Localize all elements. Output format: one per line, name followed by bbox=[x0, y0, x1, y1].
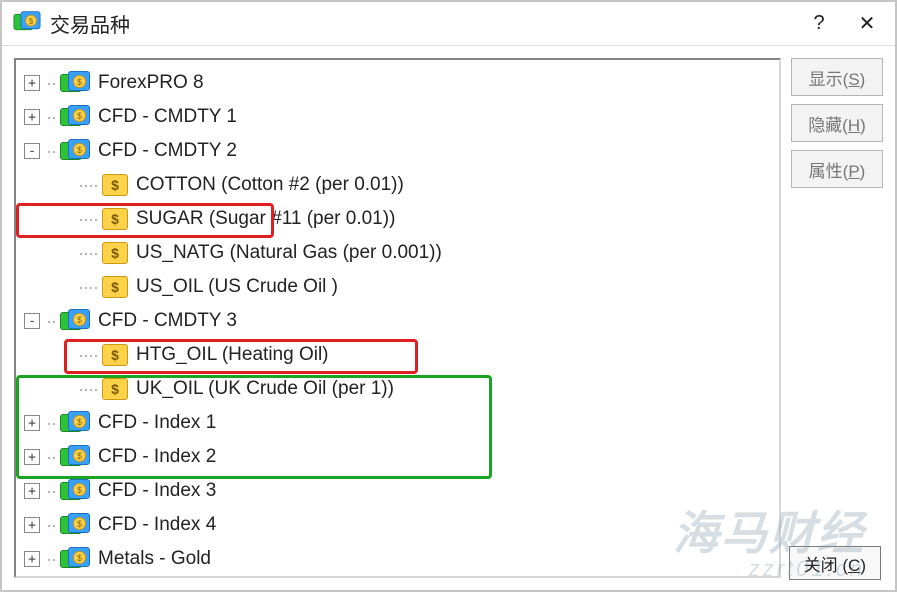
tree-group-label: CFD - CMDTY 2 bbox=[98, 140, 237, 162]
symbol-icon: $ bbox=[102, 276, 128, 298]
folder-icon: $ bbox=[60, 139, 90, 163]
symbol-icon: $ bbox=[102, 208, 128, 230]
tree-dots: ···· bbox=[78, 345, 98, 366]
tree-item-sugar[interactable]: ····$ SUGAR (Sugar #11 (per 0.01)) bbox=[24, 202, 779, 236]
symbol-tree[interactable]: +··$ForexPRO 8+··$CFD - CMDTY 1-··$CFD -… bbox=[16, 60, 779, 576]
tree-item-htgoil[interactable]: ····$ HTG_OIL (Heating Oil) bbox=[24, 338, 779, 372]
tree-item-label: US_NATG (Natural Gas (per 0.001)) bbox=[136, 242, 442, 264]
tree-item-label: US_OIL (US Crude Oil ) bbox=[136, 276, 338, 298]
tree-group-label: CFD - Index 1 bbox=[98, 412, 216, 434]
folder-icon: $ bbox=[60, 479, 90, 503]
tree-dots: ···· bbox=[78, 209, 98, 230]
app-icon: $ bbox=[12, 10, 40, 38]
tree-group-forexpro8[interactable]: + ··$ ForexPRO 8 bbox=[24, 66, 779, 100]
tree-dots: ·· bbox=[46, 549, 56, 570]
properties-button[interactable]: 属性(P) bbox=[791, 150, 883, 188]
folder-icon: $ bbox=[60, 513, 90, 537]
tree-group-idx3[interactable]: + ··$ CFD - Index 3 bbox=[24, 474, 779, 508]
tree-dots: ·· bbox=[46, 447, 56, 468]
tree-dots: ·· bbox=[46, 107, 56, 128]
expand-icon[interactable]: + bbox=[24, 551, 40, 567]
tree-item-label: SUGAR (Sugar #11 (per 0.01)) bbox=[136, 208, 395, 230]
tree-group-label: CFD - Index 3 bbox=[98, 480, 216, 502]
tree-group-metgold[interactable]: + ··$ Metals - Gold bbox=[24, 542, 779, 576]
close-button[interactable]: 关闭 (C) bbox=[789, 546, 881, 580]
collapse-icon[interactable]: - bbox=[24, 313, 40, 329]
expand-icon[interactable]: + bbox=[24, 483, 40, 499]
folder-icon: $ bbox=[60, 445, 90, 469]
tree-item-cotton[interactable]: ····$ COTTON (Cotton #2 (per 0.01)) bbox=[24, 168, 779, 202]
tree-item-label: HTG_OIL (Heating Oil) bbox=[136, 344, 329, 366]
dialog-body: +··$ForexPRO 8+··$CFD - CMDTY 1-··$CFD -… bbox=[2, 46, 895, 590]
titlebar: $ 交易品种 ? ✕ bbox=[2, 2, 895, 46]
symbol-tree-panel: +··$ForexPRO 8+··$CFD - CMDTY 1-··$CFD -… bbox=[14, 58, 781, 578]
tree-dots: ·· bbox=[46, 141, 56, 162]
symbol-icon: $ bbox=[102, 174, 128, 196]
tree-group-idx1[interactable]: + ··$ CFD - Index 1 bbox=[24, 406, 779, 440]
tree-item-label: COTTON (Cotton #2 (per 0.01)) bbox=[136, 174, 404, 196]
tree-group-label: CFD - CMDTY 3 bbox=[98, 310, 237, 332]
folder-icon: $ bbox=[60, 105, 90, 129]
tree-group-cmdty2[interactable]: -··$ CFD - CMDTY 2 bbox=[24, 134, 779, 168]
tree-dots: ·· bbox=[46, 311, 56, 332]
footer: 关闭 (C) bbox=[789, 546, 881, 580]
dialog-window: $ 交易品种 ? ✕ +··$ForexPRO 8+··$CFD - CMDTY… bbox=[0, 0, 897, 592]
expand-icon[interactable]: + bbox=[24, 415, 40, 431]
tree-dots: ·· bbox=[46, 73, 56, 94]
tree-dots: ···· bbox=[78, 379, 98, 400]
folder-icon: $ bbox=[60, 411, 90, 435]
window-title: 交易品种 bbox=[50, 9, 795, 38]
symbol-icon: $ bbox=[102, 242, 128, 264]
help-button[interactable]: ? bbox=[795, 2, 843, 45]
tree-group-label: CFD - Index 4 bbox=[98, 514, 216, 536]
folder-icon: $ bbox=[60, 547, 90, 571]
tree-dots: ·· bbox=[46, 413, 56, 434]
tree-dots: ·· bbox=[46, 481, 56, 502]
tree-item-usoil[interactable]: ····$ US_OIL (US Crude Oil ) bbox=[24, 270, 779, 304]
tree-dots: ···· bbox=[78, 277, 98, 298]
tree-item-usnatg[interactable]: ····$ US_NATG (Natural Gas (per 0.001)) bbox=[24, 236, 779, 270]
tree-item-ukoil[interactable]: ····$ UK_OIL (UK Crude Oil (per 1)) bbox=[24, 372, 779, 406]
tree-dots: ···· bbox=[78, 243, 98, 264]
folder-icon: $ bbox=[60, 309, 90, 333]
symbol-icon: $ bbox=[102, 344, 128, 366]
tree-dots: ···· bbox=[78, 175, 98, 196]
expand-icon[interactable]: + bbox=[24, 75, 40, 91]
hide-button[interactable]: 隐藏(H) bbox=[791, 104, 883, 142]
collapse-icon[interactable]: - bbox=[24, 143, 40, 159]
tree-group-label: CFD - CMDTY 1 bbox=[98, 106, 237, 128]
tree-group-label: Metals - Gold bbox=[98, 548, 211, 570]
tree-group-idx2[interactable]: + ··$ CFD - Index 2 bbox=[24, 440, 779, 474]
folder-icon: $ bbox=[60, 71, 90, 95]
tree-item-label: UK_OIL (UK Crude Oil (per 1)) bbox=[136, 378, 394, 400]
expand-icon[interactable]: + bbox=[24, 517, 40, 533]
tree-group-idx4[interactable]: + ··$ CFD - Index 4 bbox=[24, 508, 779, 542]
tree-group-cmdty3[interactable]: -··$ CFD - CMDTY 3 bbox=[24, 304, 779, 338]
side-buttons: 显示(S) 隐藏(H) 属性(P) bbox=[791, 58, 883, 578]
expand-icon[interactable]: + bbox=[24, 449, 40, 465]
expand-icon[interactable]: + bbox=[24, 109, 40, 125]
tree-group-label: CFD - Index 2 bbox=[98, 446, 216, 468]
show-button[interactable]: 显示(S) bbox=[791, 58, 883, 96]
tree-group-label: ForexPRO 8 bbox=[98, 72, 204, 94]
close-window-button[interactable]: ✕ bbox=[843, 2, 891, 45]
symbol-icon: $ bbox=[102, 378, 128, 400]
tree-group-cmdty1[interactable]: + ··$ CFD - CMDTY 1 bbox=[24, 100, 779, 134]
tree-dots: ·· bbox=[46, 515, 56, 536]
